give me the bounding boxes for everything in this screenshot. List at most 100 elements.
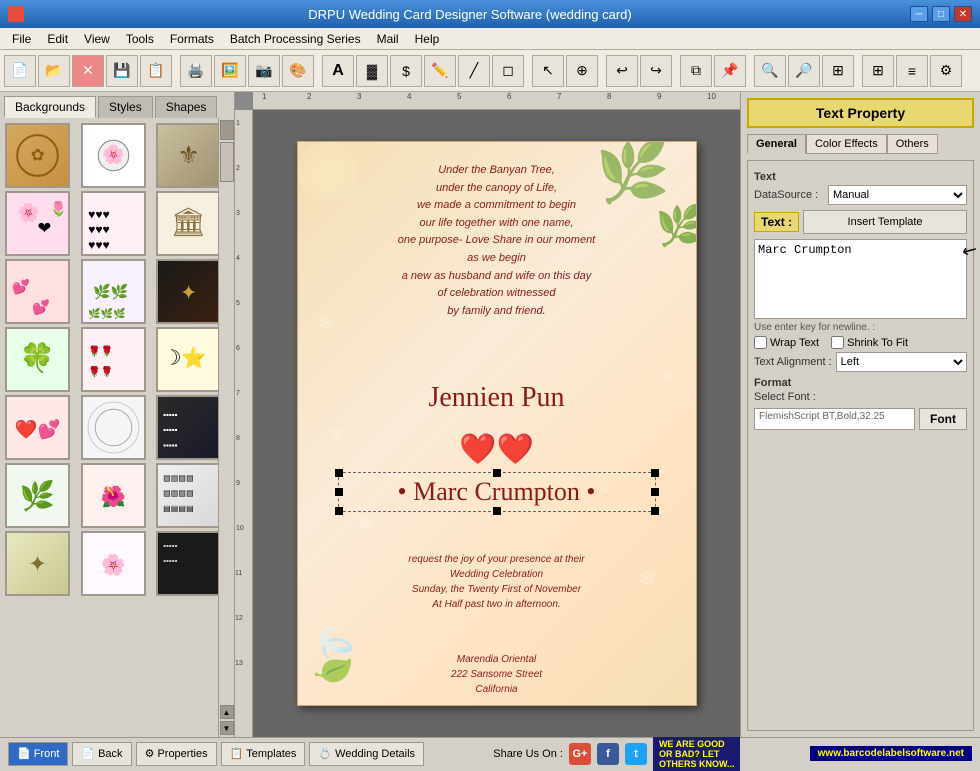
print-button[interactable]: 🖨️ — [180, 55, 212, 87]
google-plus-icon[interactable]: G+ — [569, 743, 591, 765]
thumb-3[interactable]: ⚜ — [156, 123, 221, 188]
front-button[interactable]: 📄 Front — [8, 742, 68, 766]
line-button[interactable]: ╱ — [458, 55, 490, 87]
thumb-16[interactable]: 🌿 — [5, 463, 70, 528]
tab-bar: Backgrounds Styles Shapes — [0, 92, 234, 118]
card-canvas[interactable]: 🌿 🌿 🍃 ❄ ❄ ❄ ❄ ❄ Under the Banyan Tree, u… — [297, 141, 697, 706]
zoom-out-button[interactable]: 🔎 — [788, 55, 820, 87]
paste-button[interactable]: 📌 — [714, 55, 746, 87]
color-button[interactable]: 🎨 — [282, 55, 314, 87]
undo-button[interactable]: ↩ — [606, 55, 638, 87]
shape-button[interactable]: ◻ — [492, 55, 524, 87]
thumb-11[interactable]: 🌹🌹🌹🌹 — [81, 327, 146, 392]
thumb-9[interactable]: ✦ — [156, 259, 221, 324]
thumb-12[interactable]: ☽⭐ — [156, 327, 221, 392]
thumb-4[interactable]: 🌸❤🌷 — [5, 191, 70, 256]
menu-help[interactable]: Help — [407, 30, 448, 48]
menu-tools[interactable]: Tools — [118, 30, 162, 48]
facebook-icon[interactable]: f — [597, 743, 619, 765]
properties-button[interactable]: ⚙ Properties — [136, 742, 217, 766]
shrink-to-fit-checkbox[interactable] — [831, 336, 844, 349]
select-button[interactable]: ⊕ — [566, 55, 598, 87]
card-name1: Jennien Pun — [298, 382, 696, 414]
thumb-7[interactable]: 💕💕 — [5, 259, 70, 324]
thumb-14[interactable] — [81, 395, 146, 460]
thumb-5[interactable]: ♥♥♥♥♥♥♥♥♥ — [81, 191, 146, 256]
symbol-button[interactable]: $ — [390, 55, 422, 87]
svg-text:🌿🌿🌿: 🌿🌿🌿 — [88, 307, 126, 320]
tab-general[interactable]: General — [747, 134, 806, 154]
image-button[interactable]: 🖼️ — [214, 55, 246, 87]
svg-text:▪▪▪▪▪: ▪▪▪▪▪ — [163, 557, 178, 566]
tab-shapes[interactable]: Shapes — [155, 96, 218, 118]
thumb-13[interactable]: ❤️💕 — [5, 395, 70, 460]
svg-text:♥♥♥: ♥♥♥ — [88, 223, 110, 237]
svg-text:✦: ✦ — [28, 552, 47, 577]
menu-batch[interactable]: Batch Processing Series — [222, 30, 369, 48]
cursor-button[interactable]: ↖ — [532, 55, 564, 87]
twitter-icon[interactable]: t — [625, 743, 647, 765]
thumb-10[interactable]: 🍀 — [5, 327, 70, 392]
back-button[interactable]: 📄 Back — [72, 742, 131, 766]
font-row: FlemishScript BT,Bold,32.25 Font — [754, 408, 967, 430]
tab-others[interactable]: Others — [887, 134, 938, 154]
redo-button[interactable]: ↪ — [640, 55, 672, 87]
save-as-button[interactable]: 📋 — [140, 55, 172, 87]
tab-backgrounds[interactable]: Backgrounds — [4, 96, 96, 118]
wedding-details-button[interactable]: 💍 Wedding Details — [309, 742, 424, 766]
thumb-8[interactable]: 🌿🌿🌿🌿🌿 — [81, 259, 146, 324]
menu-formats[interactable]: Formats — [162, 30, 222, 48]
camera-button[interactable]: 📷 — [248, 55, 280, 87]
menu-edit[interactable]: Edit — [39, 30, 76, 48]
thumb-21[interactable]: ▪▪▪▪▪▪▪▪▪▪ — [156, 531, 221, 596]
wedding-details-icon: 💍 — [318, 747, 332, 760]
thumb-1[interactable]: ✿ — [5, 123, 70, 188]
barcode-button[interactable]: ▓ — [356, 55, 388, 87]
templates-button[interactable]: 📋 Templates — [221, 742, 306, 766]
thumb-6[interactable]: 🏛 — [156, 191, 221, 256]
zoom-in-button[interactable]: 🔍 — [754, 55, 786, 87]
alignment-select[interactable]: Left Center Right Justify — [836, 352, 967, 372]
menu-mail[interactable]: Mail — [369, 30, 407, 48]
copy-button[interactable]: ⧉ — [680, 55, 712, 87]
toolbar: 📄 📂 ✕ 💾 📋 🖨️ 🖼️ 📷 🎨 A ▓ $ ✏️ ╱ ◻ ↖ ⊕ ↩ ↪… — [0, 50, 980, 92]
thumb-20[interactable]: 🌸 — [81, 531, 146, 596]
close-button[interactable]: ✕ — [954, 6, 972, 22]
grid-button[interactable]: ⊞ — [862, 55, 894, 87]
minimize-button[interactable]: ─ — [910, 6, 928, 22]
svg-text:▪▪▪▪▪: ▪▪▪▪▪ — [163, 426, 178, 435]
svg-text:❤️💕: ❤️💕 — [15, 419, 61, 441]
tab-color-effects[interactable]: Color Effects — [806, 134, 887, 154]
thumb-2[interactable]: 🌸 — [81, 123, 146, 188]
ruler-vertical: 1 2 3 4 5 6 7 8 9 10 11 12 13 — [235, 110, 253, 737]
maximize-button[interactable]: □ — [932, 6, 950, 22]
text-button[interactable]: A — [322, 55, 354, 87]
save-button[interactable]: 💾 — [106, 55, 138, 87]
menu-bar: File Edit View Tools Formats Batch Proce… — [0, 28, 980, 50]
insert-template-button[interactable]: Insert Template — [803, 210, 967, 234]
datasource-select[interactable]: Manual Database — [828, 185, 967, 205]
thumb-19[interactable]: ✦ — [5, 531, 70, 596]
menu-view[interactable]: View — [76, 30, 118, 48]
canvas-background[interactable]: 🌿 🌿 🍃 ❄ ❄ ❄ ❄ ❄ Under the Banyan Tree, u… — [253, 110, 740, 737]
fit-button[interactable]: ⊞ — [822, 55, 854, 87]
close-doc-button[interactable]: ✕ — [72, 55, 104, 87]
font-button[interactable]: Font — [919, 408, 967, 430]
open-button[interactable]: 📂 — [38, 55, 70, 87]
text-input[interactable]: Marc Crumpton — [754, 239, 967, 319]
brand-badge: WE ARE GOODOR BAD? LETOTHERS KNOW... — [653, 737, 741, 771]
thumbnail-scrollbar[interactable]: ▲ ▼ — [218, 118, 234, 737]
draw-button[interactable]: ✏️ — [424, 55, 456, 87]
menu-file[interactable]: File — [4, 30, 39, 48]
settings-button[interactable]: ⚙ — [930, 55, 962, 87]
svg-text:♥♥♥: ♥♥♥ — [88, 207, 110, 221]
wrap-text-checkbox[interactable] — [754, 336, 767, 349]
align-button[interactable]: ≡ — [896, 55, 928, 87]
left-panel: Backgrounds Styles Shapes ✿ 🌸 ⚜ 🌸❤🌷 — [0, 92, 235, 737]
thumb-15[interactable]: ▪▪▪▪▪▪▪▪▪▪▪▪▪▪▪ — [156, 395, 221, 460]
new-button[interactable]: 📄 — [4, 55, 36, 87]
card-name2[interactable]: • Marc Crumpton • — [338, 472, 656, 512]
thumb-17[interactable]: 🌺 — [81, 463, 146, 528]
tab-styles[interactable]: Styles — [98, 96, 153, 118]
thumb-18[interactable]: ▤▤▤▤▤▤▤▤▤▤▤▤ — [156, 463, 221, 528]
